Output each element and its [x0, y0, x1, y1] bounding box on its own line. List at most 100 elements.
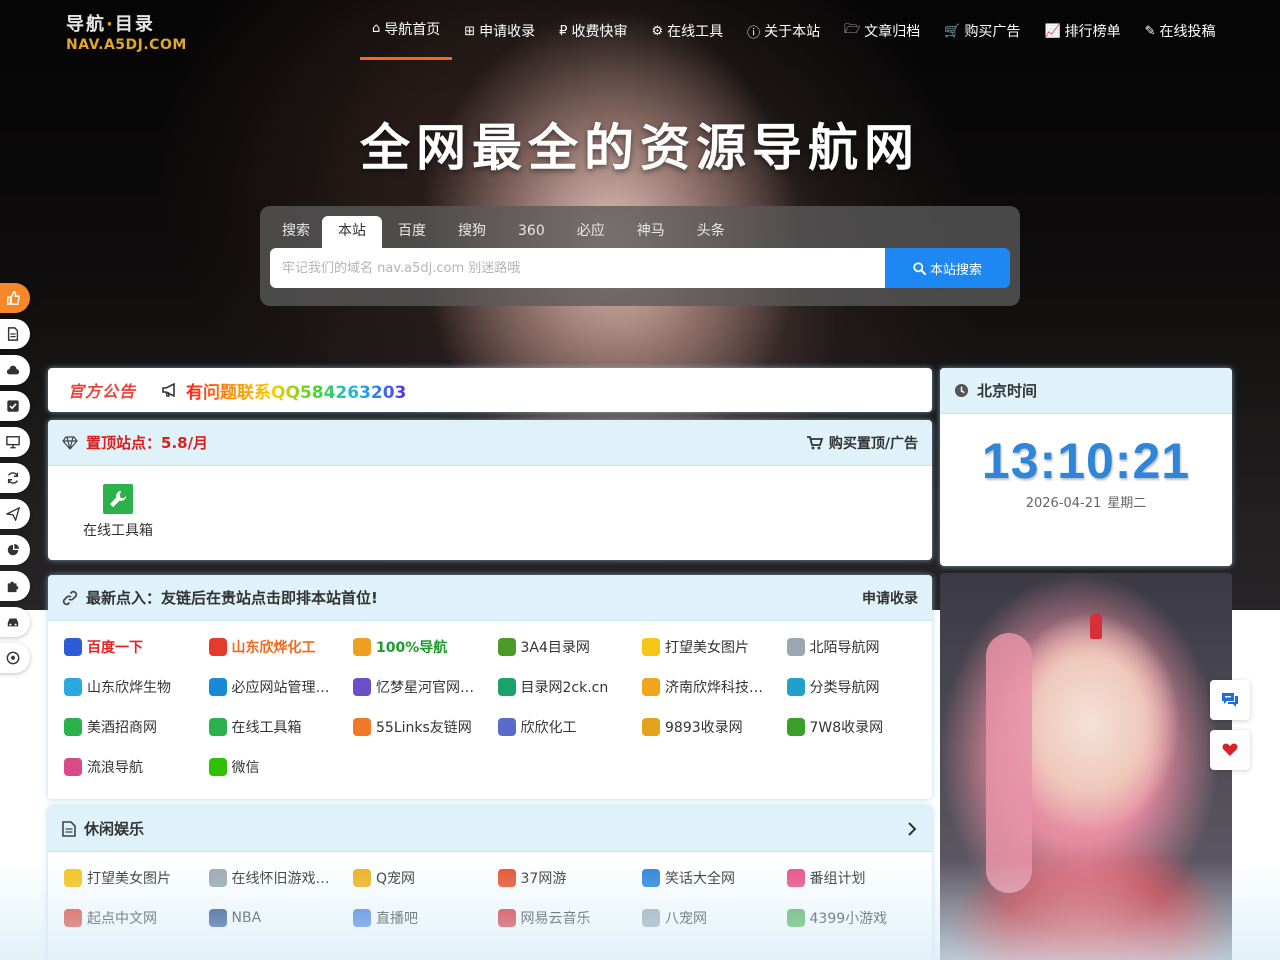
site-favicon-icon [497, 909, 516, 927]
site-favicon-icon [64, 909, 82, 927]
latest-link-item[interactable]: 3A4目录网 [497, 627, 643, 667]
nav-item-submit[interactable]: ⊞ 申请收录 [452, 0, 547, 62]
tool-stats[interactable] [0, 535, 30, 565]
search-button[interactable]: 本站搜索 [885, 248, 1010, 288]
site-link-label: 济南欣烨科技… [665, 680, 763, 696]
latest-link-item[interactable]: 美酒招商网 [64, 707, 209, 747]
pie-chart-icon [7, 543, 20, 556]
search-tabs-label: 搜索 [282, 223, 310, 239]
site-favicon-icon [64, 678, 82, 696]
site-link-label: 必应网站管理… [231, 680, 330, 696]
latest-link-item[interactable]: 山东欣烨生物 [64, 667, 209, 707]
tool-file[interactable] [0, 319, 30, 349]
line-chart-icon: 📈 [1044, 23, 1061, 39]
leisure-link-item[interactable]: 笑话大全网 [642, 858, 787, 898]
side-ad-image[interactable] [940, 573, 1232, 960]
latest-link-item[interactable]: 北陌导航网 [786, 627, 932, 667]
latest-link-item[interactable]: 百度一下 [64, 627, 209, 667]
latest-link-item[interactable]: 微信 [208, 747, 354, 787]
search-tab-360[interactable]: 360 [502, 216, 561, 248]
nav-item-buy-ads[interactable]: 🛒 购买广告 [932, 0, 1032, 62]
search-tab-site[interactable]: 本站 [322, 216, 382, 248]
nav-item-about[interactable]: ⓘ 关于本站 [735, 0, 832, 62]
buy-pinned-link[interactable]: 购买置顶/广告 [806, 433, 918, 453]
apply-listing-link[interactable]: 申请收录 [862, 588, 918, 608]
latest-link-item[interactable]: 7W8收录网 [786, 707, 932, 747]
tool-check[interactable] [0, 391, 30, 421]
pinned-item-tools[interactable]: 在线工具箱 [82, 484, 154, 540]
latest-link-item[interactable]: 忆梦星河官网… [353, 667, 498, 707]
search-tab-shenma[interactable]: 神马 [621, 216, 681, 248]
latest-link-item[interactable]: 100%导航 [353, 627, 498, 667]
leisure-link-item[interactable]: 番组计划 [786, 858, 932, 898]
latest-link-item[interactable]: 打望美女图片 [642, 627, 787, 667]
image-decoration [1090, 613, 1102, 639]
search-tab-toutiao[interactable]: 头条 [681, 216, 741, 248]
site-favicon-icon [786, 678, 805, 696]
latest-link-item[interactable]: 山东欣烨化工 [208, 627, 354, 667]
nav-label: 文章归档 [864, 24, 921, 40]
nav-label: 在线工具 [667, 24, 724, 40]
latest-link-item[interactable]: 必应网站管理… [208, 667, 354, 707]
latest-link-item[interactable]: 分类导航网 [786, 667, 932, 707]
nav-item-contribute[interactable]: ✎ 在线投稿 [1133, 0, 1228, 62]
latest-link-item[interactable]: 在线工具箱 [208, 707, 354, 747]
latest-header: 最新点入：友链后在贵站点击即排本站首位! 申请收录 [48, 575, 932, 621]
clock-date-value: 2026-04-21 [1025, 496, 1102, 511]
ruble-icon: ₽ [559, 23, 568, 39]
site-link-label: NBA [231, 910, 262, 926]
leisure-link-item[interactable]: 打望美女图片 [64, 858, 209, 898]
nav-item-paid-review[interactable]: ₽ 收费快审 [547, 0, 639, 62]
search-input[interactable] [270, 248, 886, 288]
leisure-more-button[interactable] [906, 821, 918, 836]
site-link-label: 7W8收录网 [809, 720, 884, 736]
leisure-link-item[interactable]: 4399小游戏 [786, 898, 932, 938]
tool-car[interactable] [0, 607, 30, 637]
pinned-header: 置顶站点：5.8/月 购买置顶/广告 [48, 420, 932, 466]
site-logo[interactable]: 导航·目录 NAV.A5DJ.COM [66, 14, 186, 58]
leisure-link-item[interactable]: 八宠网 [642, 898, 787, 938]
site-favicon-icon [208, 758, 227, 776]
tool-refresh[interactable] [0, 463, 30, 493]
nav-item-ranking[interactable]: 📈 排行榜单 [1032, 0, 1132, 62]
leisure-link-item[interactable]: NBA [208, 898, 354, 938]
leisure-link-item[interactable]: 在线怀旧游戏… [208, 858, 354, 898]
tool-desktop[interactable] [0, 427, 30, 457]
nav-item-home[interactable]: ⌂ 导航首页 [360, 0, 453, 60]
clock-date: 2026-04-21 星期二 [940, 492, 1232, 511]
leisure-link-item[interactable]: 起点中文网 [64, 898, 209, 938]
chat-icon [1222, 693, 1238, 707]
desktop-icon [6, 436, 20, 449]
latest-link-item[interactable]: 流浪导航 [64, 747, 209, 787]
latest-link-item[interactable]: 55Links友链网 [353, 707, 498, 747]
tool-cloud[interactable] [0, 355, 30, 385]
favorite-button[interactable] [1210, 730, 1250, 770]
tool-plugin[interactable] [0, 571, 30, 601]
leisure-link-item[interactable]: 直播吧 [353, 898, 498, 938]
nav-item-tools[interactable]: ⚙ 在线工具 [639, 0, 735, 62]
latest-link-item[interactable]: 欣欣化工 [497, 707, 643, 747]
site-favicon-icon [497, 678, 516, 696]
search-tab-baidu[interactable]: 百度 [382, 216, 442, 248]
tool-sports[interactable] [0, 643, 30, 673]
latest-link-item[interactable]: 目录网2ck.cn [497, 667, 643, 707]
leisure-link-item[interactable]: Q宠网 [353, 858, 498, 898]
latest-link-item[interactable]: 济南欣烨科技… [642, 667, 787, 707]
tool-send[interactable] [0, 499, 30, 529]
nav-item-archive[interactable]: 🗁 文章归档 [832, 0, 932, 62]
notice-text[interactable]: 有问题联系QQ584263203 [186, 378, 406, 403]
site-favicon-icon [353, 678, 371, 696]
leisure-link-item[interactable]: 网易云音乐 [497, 898, 643, 938]
site-link-label: 美酒招商网 [87, 720, 157, 736]
latest-link-item[interactable]: 9893收录网 [642, 707, 787, 747]
tool-like[interactable] [0, 283, 30, 313]
site-favicon-icon [353, 909, 371, 927]
chat-button[interactable] [1210, 680, 1250, 720]
site-link-label: 番组计划 [809, 871, 866, 887]
search-tab-bing[interactable]: 必应 [561, 216, 621, 248]
logo-separator: · [106, 14, 115, 35]
leisure-link-item[interactable]: 37网游 [497, 858, 643, 898]
wrench-icon [103, 484, 133, 514]
search-engine-tabs: 搜索 本站 百度 搜狗 360 必应 神马 头条 [270, 216, 741, 248]
search-tab-sogou[interactable]: 搜狗 [442, 216, 502, 248]
